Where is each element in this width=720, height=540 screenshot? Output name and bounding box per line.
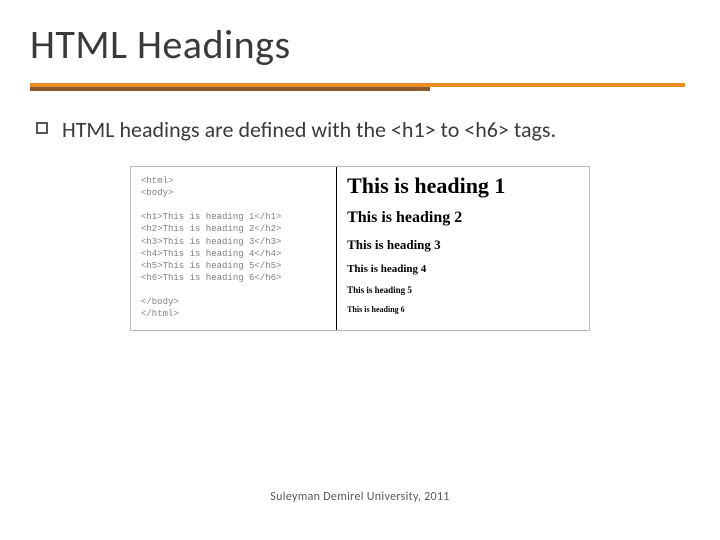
footer-text: Suleyman Demirel University, 2011 bbox=[0, 490, 720, 504]
code-source-pane: <html> <body> <h1>This is heading 1</h1>… bbox=[131, 167, 337, 331]
code-line: <h2>This is heading 2</h2> bbox=[141, 224, 281, 234]
code-line: <body> bbox=[141, 188, 173, 198]
slide-title: HTML Headings bbox=[30, 20, 690, 69]
code-line: <h3>This is heading 3</h3> bbox=[141, 237, 281, 247]
code-line: <h1>This is heading 1</h1> bbox=[141, 212, 281, 222]
code-render-pane: This is heading 1 This is heading 2 This… bbox=[337, 167, 589, 331]
code-line: </html> bbox=[141, 309, 179, 319]
rendered-heading-1: This is heading 1 bbox=[347, 173, 579, 199]
rendered-heading-6: This is heading 6 bbox=[347, 305, 579, 314]
body-bullet: HTML headings are defined with the <h1> … bbox=[30, 115, 690, 146]
code-line: <h6>This is heading 6</h6> bbox=[141, 273, 281, 283]
rendered-heading-4: This is heading 4 bbox=[347, 263, 579, 275]
code-line: <html> bbox=[141, 176, 173, 186]
rendered-heading-2: This is heading 2 bbox=[347, 209, 579, 227]
code-preview: <html> <body> <h1>This is heading 1</h1>… bbox=[130, 166, 590, 332]
slide-container: HTML Headings HTML headings are defined … bbox=[0, 0, 720, 331]
rule-brown bbox=[30, 87, 430, 91]
bullet-icon bbox=[36, 122, 48, 134]
code-line: <h5>This is heading 5</h5> bbox=[141, 261, 281, 271]
title-underline bbox=[30, 79, 690, 93]
code-line: <h4>This is heading 4</h4> bbox=[141, 249, 281, 259]
body-copy: HTML headings are defined with the <h1> … bbox=[62, 115, 556, 146]
code-line: </body> bbox=[141, 297, 179, 307]
rendered-heading-3: This is heading 3 bbox=[347, 237, 579, 253]
rendered-heading-5: This is heading 5 bbox=[347, 285, 579, 295]
